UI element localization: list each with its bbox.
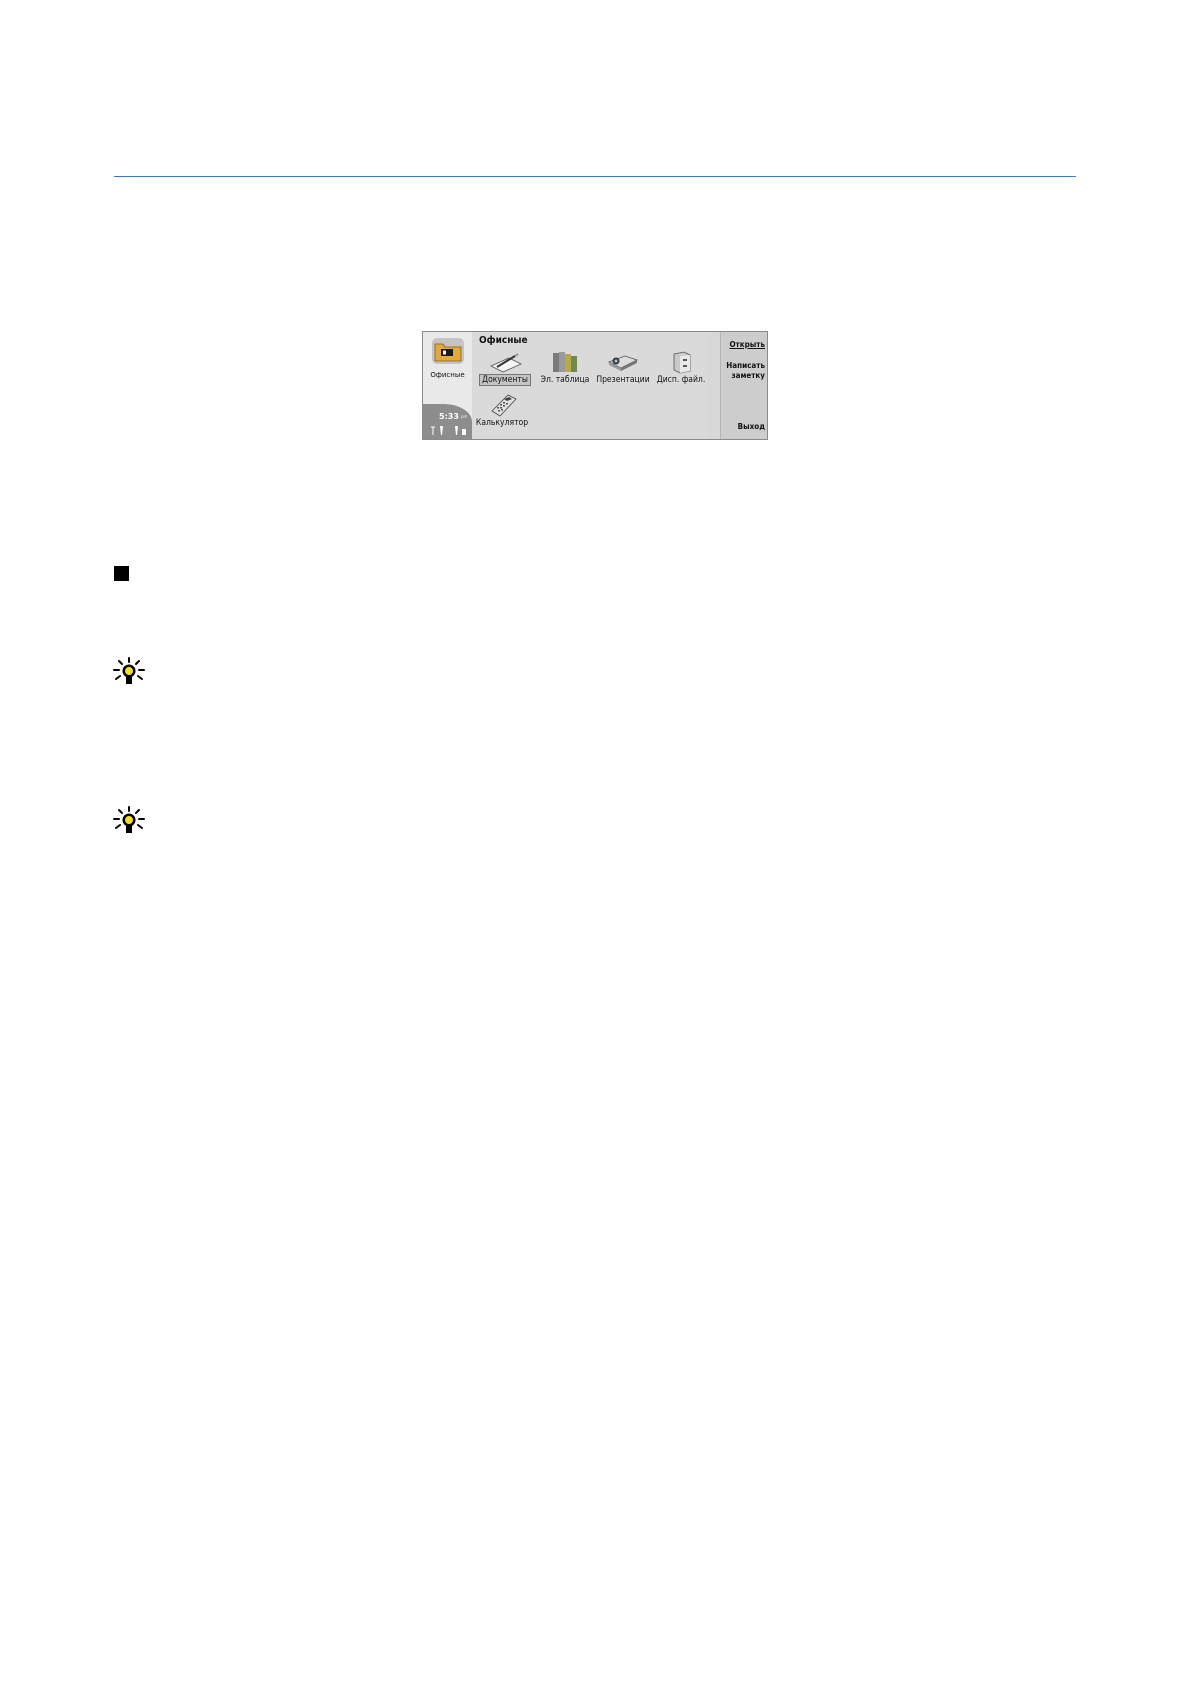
app-calculator[interactable]: Калькулятор [473,393,531,428]
category-panel: Офисные 5:33 pm [423,332,472,439]
spreadsheet-binders-icon [553,352,577,372]
calculator-icon [491,394,517,417]
tip-lightbulb-icon [113,657,145,684]
app-file-manager[interactable]: Дисп. файл. [653,350,709,385]
app-label: Эл. таблица [540,375,590,385]
device-screenshot: Офисные 5:33 pm Офисные Документы Эл. та… [422,331,768,440]
app-presentations[interactable]: Презентации [594,350,652,385]
write-note-button-line2[interactable]: заметку [731,371,765,381]
header-rule [114,176,1076,177]
app-label: Дисп. файл. [656,375,706,385]
app-documents[interactable]: Документы [477,352,533,386]
documents-pen-icon [490,353,522,373]
signal-battery-icon [431,426,466,435]
section-bullet [114,566,129,581]
projector-icon [608,355,639,371]
clock: 5:33 [439,412,459,421]
office-folder-icon [432,338,464,364]
app-label: Калькулятор [475,418,529,428]
softkey-panel: Открыть Написать заметку Выход [720,332,767,439]
open-button[interactable]: Открыть [729,340,765,350]
app-spreadsheet[interactable]: Эл. таблица [537,350,593,385]
category-label: Офисные [430,371,465,379]
write-note-button-line1[interactable]: Написать [726,361,765,371]
exit-button[interactable]: Выход [738,422,765,432]
tip-lightbulb-icon [113,806,145,833]
file-cabinet-icon [673,351,691,374]
app-label: Презентации [596,375,650,385]
app-label: Документы [479,374,531,386]
clock-suffix: pm [461,414,468,419]
screen-title: Офисные [479,335,528,346]
